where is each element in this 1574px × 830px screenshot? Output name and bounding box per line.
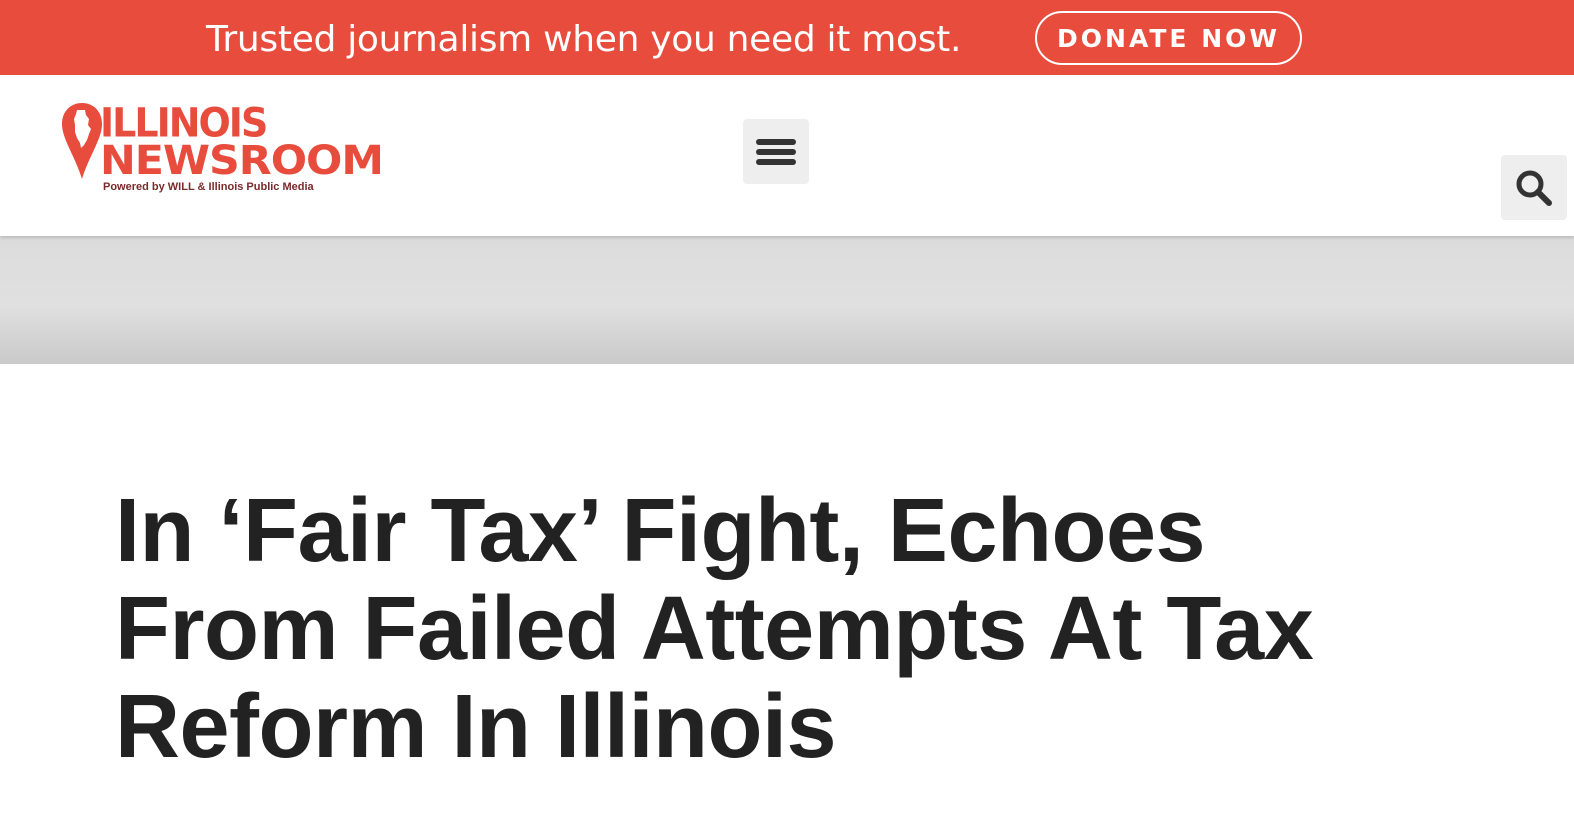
banner-message: Trusted journalism when you need it most… bbox=[206, 19, 962, 60]
menu-button[interactable] bbox=[743, 119, 809, 184]
logo-wordmark-newsroom: NEWSROOM bbox=[100, 138, 384, 184]
map-pin-icon bbox=[62, 103, 102, 179]
article-title: In ‘Fair Tax’ Fight, Echoes From Failed … bbox=[115, 481, 1314, 777]
site-logo[interactable]: ILLINOIS NEWSROOM Powered by WILL & Illi… bbox=[60, 99, 384, 197]
search-button[interactable] bbox=[1501, 155, 1567, 220]
logo-wordmark-illinois: ILLINOIS bbox=[100, 99, 268, 147]
search-icon bbox=[1516, 170, 1552, 206]
site-header: ILLINOIS NEWSROOM Powered by WILL & Illi… bbox=[0, 75, 1574, 236]
hamburger-menu-icon bbox=[756, 138, 796, 165]
logo-tagline: Powered by WILL & Illinois Public Media bbox=[103, 181, 314, 193]
hero-image-placeholder bbox=[0, 236, 1574, 364]
donate-button[interactable]: DONATE NOW bbox=[1035, 11, 1302, 65]
donate-banner: Trusted journalism when you need it most… bbox=[0, 0, 1574, 75]
